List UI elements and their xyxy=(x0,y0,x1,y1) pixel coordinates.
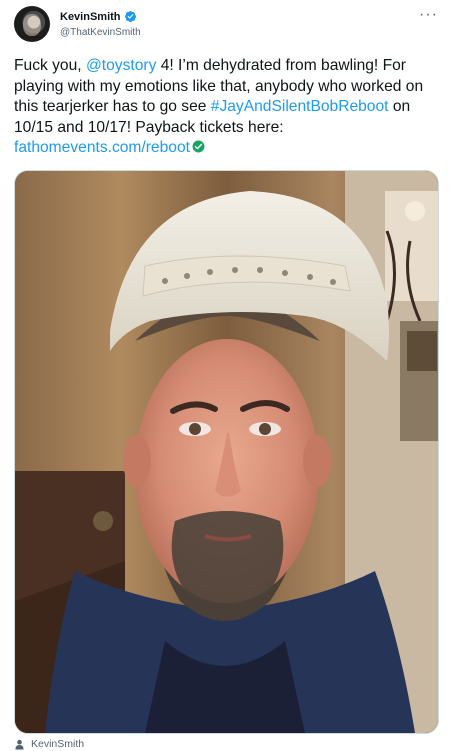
person-icon xyxy=(15,739,24,750)
tweet-text-part: Fuck you, xyxy=(14,57,86,74)
tweet-text: Fuck you, @toystory 4! I’m dehydrated fr… xyxy=(14,56,434,159)
tweet-photo[interactable] xyxy=(14,170,439,734)
selfie-photo-icon xyxy=(15,171,438,733)
author-avatar[interactable] xyxy=(14,6,50,42)
check-mark-icon xyxy=(192,140,205,153)
url-link[interactable]: fathomevents.com/reboot xyxy=(14,139,190,156)
more-options-icon[interactable]: ··· xyxy=(419,6,438,24)
tagged-user-row[interactable]: KevinSmith xyxy=(14,737,84,751)
author-handle[interactable]: @ThatKevinSmith xyxy=(60,27,141,38)
verified-badge-icon xyxy=(124,10,136,23)
author-display-name[interactable]: KevinSmith xyxy=(60,11,121,23)
mention-link[interactable]: @toystory xyxy=(86,57,156,74)
tagged-user-name[interactable]: KevinSmith xyxy=(31,738,84,750)
author-names: KevinSmith @ThatKevinSmith xyxy=(60,9,141,39)
tweet-header: KevinSmith @ThatKevinSmith ··· xyxy=(14,6,444,46)
hashtag-link[interactable]: #JayAndSilentBobReboot xyxy=(211,98,389,115)
tweet-card: KevinSmith @ThatKevinSmith ··· Fuck you,… xyxy=(0,0,454,751)
